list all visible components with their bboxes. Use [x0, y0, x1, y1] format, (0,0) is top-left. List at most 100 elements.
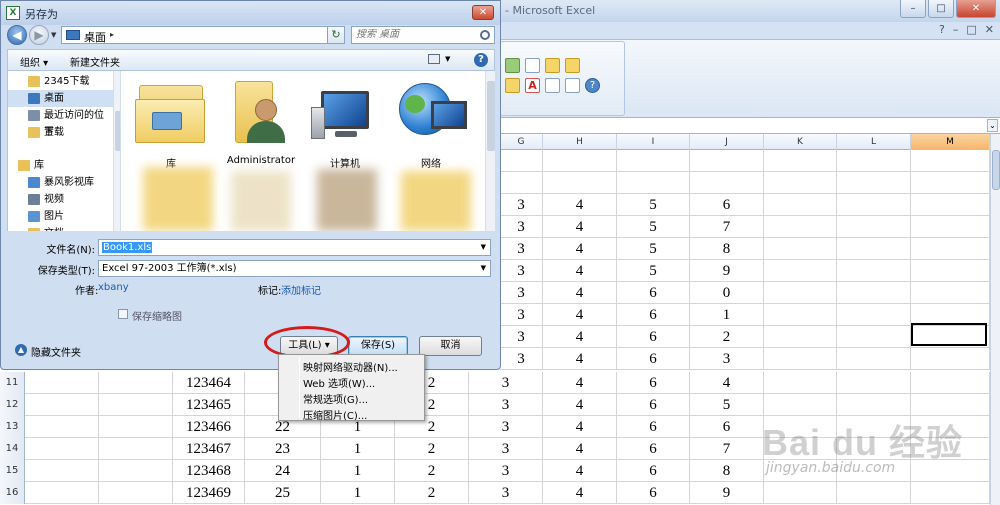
organize-button[interactable]: 组织 ▾	[20, 54, 48, 69]
grid-cell[interactable]	[99, 438, 173, 460]
grid-cell[interactable]: 6	[617, 304, 690, 326]
insert-function-icon[interactable]	[505, 58, 520, 73]
ribbon-help-icon[interactable]: ?	[585, 78, 600, 93]
grid-cell[interactable]: 9	[690, 260, 764, 282]
grid-cell[interactable]	[764, 238, 837, 260]
grid-cell[interactable]: 1	[690, 304, 764, 326]
grid-cell[interactable]	[764, 172, 837, 194]
grid-cell[interactable]	[543, 150, 617, 172]
new-folder-button[interactable]: 新建文件夹	[70, 54, 120, 69]
chevron-right-icon[interactable]: ▸	[110, 30, 114, 39]
grid-cell[interactable]: 123465	[173, 394, 245, 416]
grid-cell[interactable]	[837, 348, 911, 370]
grid-cell[interactable]	[99, 460, 173, 482]
maximize-button[interactable]: □	[928, 0, 954, 18]
grid-cell[interactable]	[764, 326, 837, 348]
sidebar-item[interactable]: 库	[8, 157, 113, 174]
grid-cell[interactable]: 8	[690, 460, 764, 482]
grid-cell[interactable]: 1	[321, 482, 395, 504]
column-header[interactable]: L	[837, 134, 911, 150]
sidebar-item[interactable]: 暴风影视库	[8, 174, 113, 191]
grid-cell[interactable]: 0	[690, 282, 764, 304]
row-header[interactable]: 12	[0, 394, 25, 416]
grid-cell[interactable]: 4	[543, 238, 617, 260]
view-dropdown-icon[interactable]: ▼	[445, 55, 450, 63]
style-icon[interactable]	[545, 58, 560, 73]
grid-cell[interactable]	[911, 216, 990, 238]
grid-cell[interactable]: 4	[543, 394, 617, 416]
grid-cell[interactable]	[764, 348, 837, 370]
grid-cell[interactable]	[25, 394, 99, 416]
menu-item-web-options[interactable]: Web 选项(W)...	[303, 375, 375, 390]
grid-cell[interactable]: 3	[690, 348, 764, 370]
grid-cell[interactable]: 3	[500, 326, 543, 348]
grid-cell[interactable]	[837, 150, 911, 172]
grid-cell[interactable]: 3	[500, 282, 543, 304]
column-header-selected[interactable]: M	[911, 134, 990, 150]
sidebar-item[interactable]: 图片	[8, 208, 113, 225]
grid-cell[interactable]	[911, 372, 990, 394]
grid-cell[interactable]	[837, 416, 911, 438]
grid-cell[interactable]	[911, 348, 990, 370]
cancel-button[interactable]: 取消	[419, 336, 482, 356]
grid-cell[interactable]	[764, 194, 837, 216]
grid-cell[interactable]: 6	[617, 460, 690, 482]
grid-cell[interactable]: 1	[321, 438, 395, 460]
grid-cell[interactable]: 123467	[173, 438, 245, 460]
filetype-dropdown-icon[interactable]: ▼	[481, 261, 486, 276]
grid-cell[interactable]	[837, 482, 911, 504]
dialog-close-button[interactable]: ✕	[472, 5, 494, 20]
grid-cell[interactable]: 6	[617, 438, 690, 460]
grid-cell[interactable]: 6	[617, 372, 690, 394]
grid-cell[interactable]: 4	[543, 304, 617, 326]
grid-cell[interactable]	[764, 394, 837, 416]
row-header[interactable]: 15	[0, 460, 25, 482]
grid-cell[interactable]	[837, 282, 911, 304]
scroll-thumb[interactable]	[115, 111, 120, 151]
row-header[interactable]: 14	[0, 438, 25, 460]
fill-color-icon[interactable]	[505, 78, 520, 93]
grid-cell[interactable]	[764, 150, 837, 172]
grid-cell[interactable]	[25, 482, 99, 504]
active-cell[interactable]	[911, 323, 987, 346]
menu-item-general-options[interactable]: 常规选项(G)...	[303, 391, 368, 406]
folder-icon[interactable]	[565, 58, 580, 73]
grid-cell[interactable]: 4	[543, 194, 617, 216]
filename-field[interactable]: Book1.xls ▼	[98, 239, 491, 256]
workbook-minimize-button[interactable]: –	[953, 23, 959, 36]
grid-cell[interactable]	[617, 172, 690, 194]
grid-cell[interactable]	[99, 416, 173, 438]
vertical-scrollbar[interactable]	[990, 134, 1000, 505]
grid-cell[interactable]: 5	[617, 260, 690, 282]
grid-cell[interactable]: 3	[469, 482, 543, 504]
grid-cell[interactable]: 1	[321, 460, 395, 482]
grid-cell[interactable]	[690, 150, 764, 172]
grid-cell[interactable]: 6	[617, 282, 690, 304]
author-value[interactable]: xbany	[98, 282, 129, 293]
grid-cell[interactable]: 23	[245, 438, 321, 460]
row-header[interactable]: 16	[0, 482, 25, 504]
grid-cell[interactable]: 2	[395, 438, 469, 460]
grid-cell[interactable]: 4	[543, 372, 617, 394]
grid-cell[interactable]	[764, 416, 837, 438]
grid-cell[interactable]: 2	[690, 326, 764, 348]
column-header[interactable]: I	[617, 134, 690, 150]
grid-cell[interactable]: 4	[543, 438, 617, 460]
help-button[interactable]: ?	[474, 53, 488, 67]
grid-cell[interactable]: 4	[543, 348, 617, 370]
menu-item-compress-pictures[interactable]: 压缩图片(C)...	[303, 407, 367, 422]
close-button[interactable]: ✕	[956, 0, 996, 18]
navigation-scrollbar[interactable]	[113, 71, 120, 231]
grid-cell[interactable]	[764, 460, 837, 482]
formula-expand-button[interactable]: ⌄	[987, 119, 998, 132]
grid-cell[interactable]	[911, 194, 990, 216]
filename-dropdown-icon[interactable]: ▼	[481, 240, 486, 255]
workbook-restore-button[interactable]: □	[966, 23, 976, 36]
grid-cell[interactable]	[99, 394, 173, 416]
back-button[interactable]: ◀	[7, 25, 27, 45]
grid-cell[interactable]: 6	[690, 194, 764, 216]
grid-cell[interactable]: 25	[245, 482, 321, 504]
help-icon[interactable]: ?	[939, 23, 945, 36]
column-header[interactable]: K	[764, 134, 837, 150]
grid-cell[interactable]	[543, 172, 617, 194]
